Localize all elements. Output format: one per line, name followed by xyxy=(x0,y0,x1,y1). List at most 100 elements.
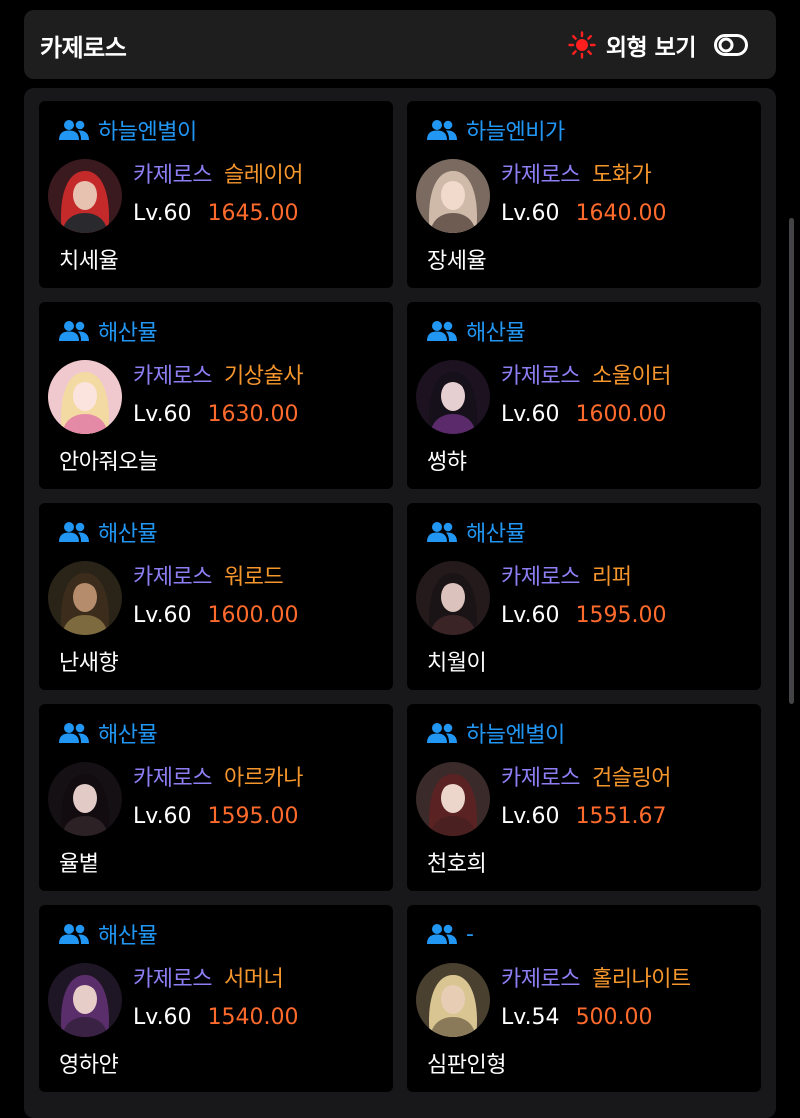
character-level: Lv.60 xyxy=(501,402,560,427)
character-name: 치월이 xyxy=(427,651,487,676)
avatar-image xyxy=(48,360,122,434)
character-level: Lv.60 xyxy=(501,201,560,226)
character-name: 안아줘오늘 xyxy=(59,450,158,475)
class-line: 카제로스 도화가 xyxy=(501,157,652,189)
avatar xyxy=(48,561,122,635)
character-level: Lv.60 xyxy=(133,201,192,226)
appearance-label: 외형 보기 xyxy=(605,35,697,61)
class-name: 서머너 xyxy=(223,967,284,992)
level-line: Lv.60 1600.00 xyxy=(133,603,299,628)
item-level: 1551.67 xyxy=(575,804,667,829)
level-line: Lv.60 1551.67 xyxy=(501,804,667,829)
guild-row: 해산뮬 xyxy=(59,919,158,949)
character-card-2[interactable]: 하늘엔비가 카제로스 도화가 Lv.60 1640.00 장세율 xyxy=(407,101,761,288)
avatar xyxy=(48,159,122,233)
users-icon xyxy=(59,723,89,743)
character-card-8[interactable]: 하늘엔별이 카제로스 건슬링어 Lv.60 1551.67 천호희 xyxy=(407,704,761,891)
avatar-image xyxy=(416,561,490,635)
guild-name: 하늘엔비가 xyxy=(466,120,565,145)
guild-name: 하늘엔별이 xyxy=(466,723,565,748)
server-name: 카제로스 xyxy=(133,766,212,791)
item-level: 1600.00 xyxy=(207,603,299,628)
character-name: 치세율 xyxy=(59,249,119,274)
class-name: 소울이터 xyxy=(591,364,671,389)
avatar xyxy=(416,762,490,836)
avatar xyxy=(48,360,122,434)
level-line: Lv.60 1630.00 xyxy=(133,402,299,427)
character-name: 장세율 xyxy=(427,249,487,274)
avatar xyxy=(48,762,122,836)
item-level: 1645.00 xyxy=(207,201,299,226)
avatar xyxy=(416,360,490,434)
character-grid: 하늘엔별이 카제로스 슬레이어 Lv.60 1645.00 치세율 하늘엔비가 … xyxy=(39,101,761,1092)
level-line: Lv.54 500.00 xyxy=(501,1005,653,1030)
guild-name: 해산뮬 xyxy=(98,924,158,949)
avatar-image xyxy=(48,561,122,635)
avatar-image xyxy=(48,159,122,233)
guild-row: 해산뮬 xyxy=(427,316,526,346)
guild-row: - xyxy=(427,919,474,949)
character-name: 영하얀 xyxy=(59,1053,119,1078)
guild-row: 하늘엔비가 xyxy=(427,115,565,145)
class-line: 카제로스 홀리나이트 xyxy=(501,961,691,993)
character-level: Lv.60 xyxy=(501,804,560,829)
avatar-image xyxy=(48,963,122,1037)
class-name: 기상술사 xyxy=(223,364,303,389)
class-name: 슬레이어 xyxy=(223,163,303,188)
item-level: 1630.00 xyxy=(207,402,299,427)
users-icon xyxy=(427,924,457,944)
level-line: Lv.60 1600.00 xyxy=(501,402,667,427)
appearance-toggle-group[interactable]: 외형 보기 xyxy=(568,28,748,62)
server-name: 카제로스 xyxy=(133,565,212,590)
page-title: 카제로스 xyxy=(40,34,127,62)
character-name: 난새향 xyxy=(59,651,119,676)
guild-row: 해산뮬 xyxy=(59,517,158,547)
class-name: 건슬링어 xyxy=(591,766,671,791)
users-icon xyxy=(427,120,457,140)
item-level: 1540.00 xyxy=(207,1005,299,1030)
guild-name: 해산뮬 xyxy=(466,321,526,346)
class-name: 도화가 xyxy=(591,163,652,188)
toggle-icon[interactable] xyxy=(714,34,748,56)
character-name: 천호희 xyxy=(427,852,487,877)
avatar-image xyxy=(48,762,122,836)
character-card-10[interactable]: - 카제로스 홀리나이트 Lv.54 500.00 심판인형 xyxy=(407,905,761,1092)
item-level: 1640.00 xyxy=(575,201,667,226)
avatar-image xyxy=(416,762,490,836)
character-card-1[interactable]: 하늘엔별이 카제로스 슬레이어 Lv.60 1645.00 치세율 xyxy=(39,101,393,288)
avatar-image xyxy=(416,963,490,1037)
class-line: 카제로스 서머너 xyxy=(133,961,284,993)
class-line: 카제로스 건슬링어 xyxy=(501,760,671,792)
character-level: Lv.54 xyxy=(501,1005,560,1030)
guild-name: 해산뮬 xyxy=(466,522,526,547)
guild-name: 해산뮬 xyxy=(98,522,158,547)
avatar-image xyxy=(416,159,490,233)
character-card-4[interactable]: 해산뮬 카제로스 소울이터 Lv.60 1600.00 썽햐 xyxy=(407,302,761,489)
guild-row: 해산뮬 xyxy=(427,517,526,547)
character-card-5[interactable]: 해산뮬 카제로스 워로드 Lv.60 1600.00 난새향 xyxy=(39,503,393,690)
character-card-7[interactable]: 해산뮬 카제로스 아르카나 Lv.60 1595.00 율볕 xyxy=(39,704,393,891)
guild-row: 하늘엔별이 xyxy=(427,718,565,748)
guild-row: 해산뮬 xyxy=(59,718,158,748)
character-name: 심판인형 xyxy=(427,1053,506,1078)
character-level: Lv.60 xyxy=(133,402,192,427)
class-line: 카제로스 소울이터 xyxy=(501,358,671,390)
avatar-image xyxy=(416,360,490,434)
class-line: 카제로스 슬레이어 xyxy=(133,157,303,189)
character-card-3[interactable]: 해산뮬 카제로스 기상술사 Lv.60 1630.00 안아줘오늘 xyxy=(39,302,393,489)
users-icon xyxy=(427,723,457,743)
class-name: 아르카나 xyxy=(223,766,303,791)
server-name: 카제로스 xyxy=(501,565,580,590)
character-level: Lv.60 xyxy=(501,603,560,628)
scrollbar[interactable] xyxy=(789,218,794,704)
character-card-6[interactable]: 해산뮬 카제로스 리퍼 Lv.60 1595.00 치월이 xyxy=(407,503,761,690)
item-level: 1600.00 xyxy=(575,402,667,427)
server-name: 카제로스 xyxy=(133,364,212,389)
level-line: Lv.60 1595.00 xyxy=(501,603,667,628)
character-card-9[interactable]: 해산뮬 카제로스 서머너 Lv.60 1540.00 영하얀 xyxy=(39,905,393,1092)
server-name: 카제로스 xyxy=(501,967,580,992)
class-name: 리퍼 xyxy=(591,565,632,590)
character-name: 썽햐 xyxy=(427,450,467,475)
item-level: 500.00 xyxy=(575,1005,653,1030)
character-name: 율볕 xyxy=(59,852,99,877)
